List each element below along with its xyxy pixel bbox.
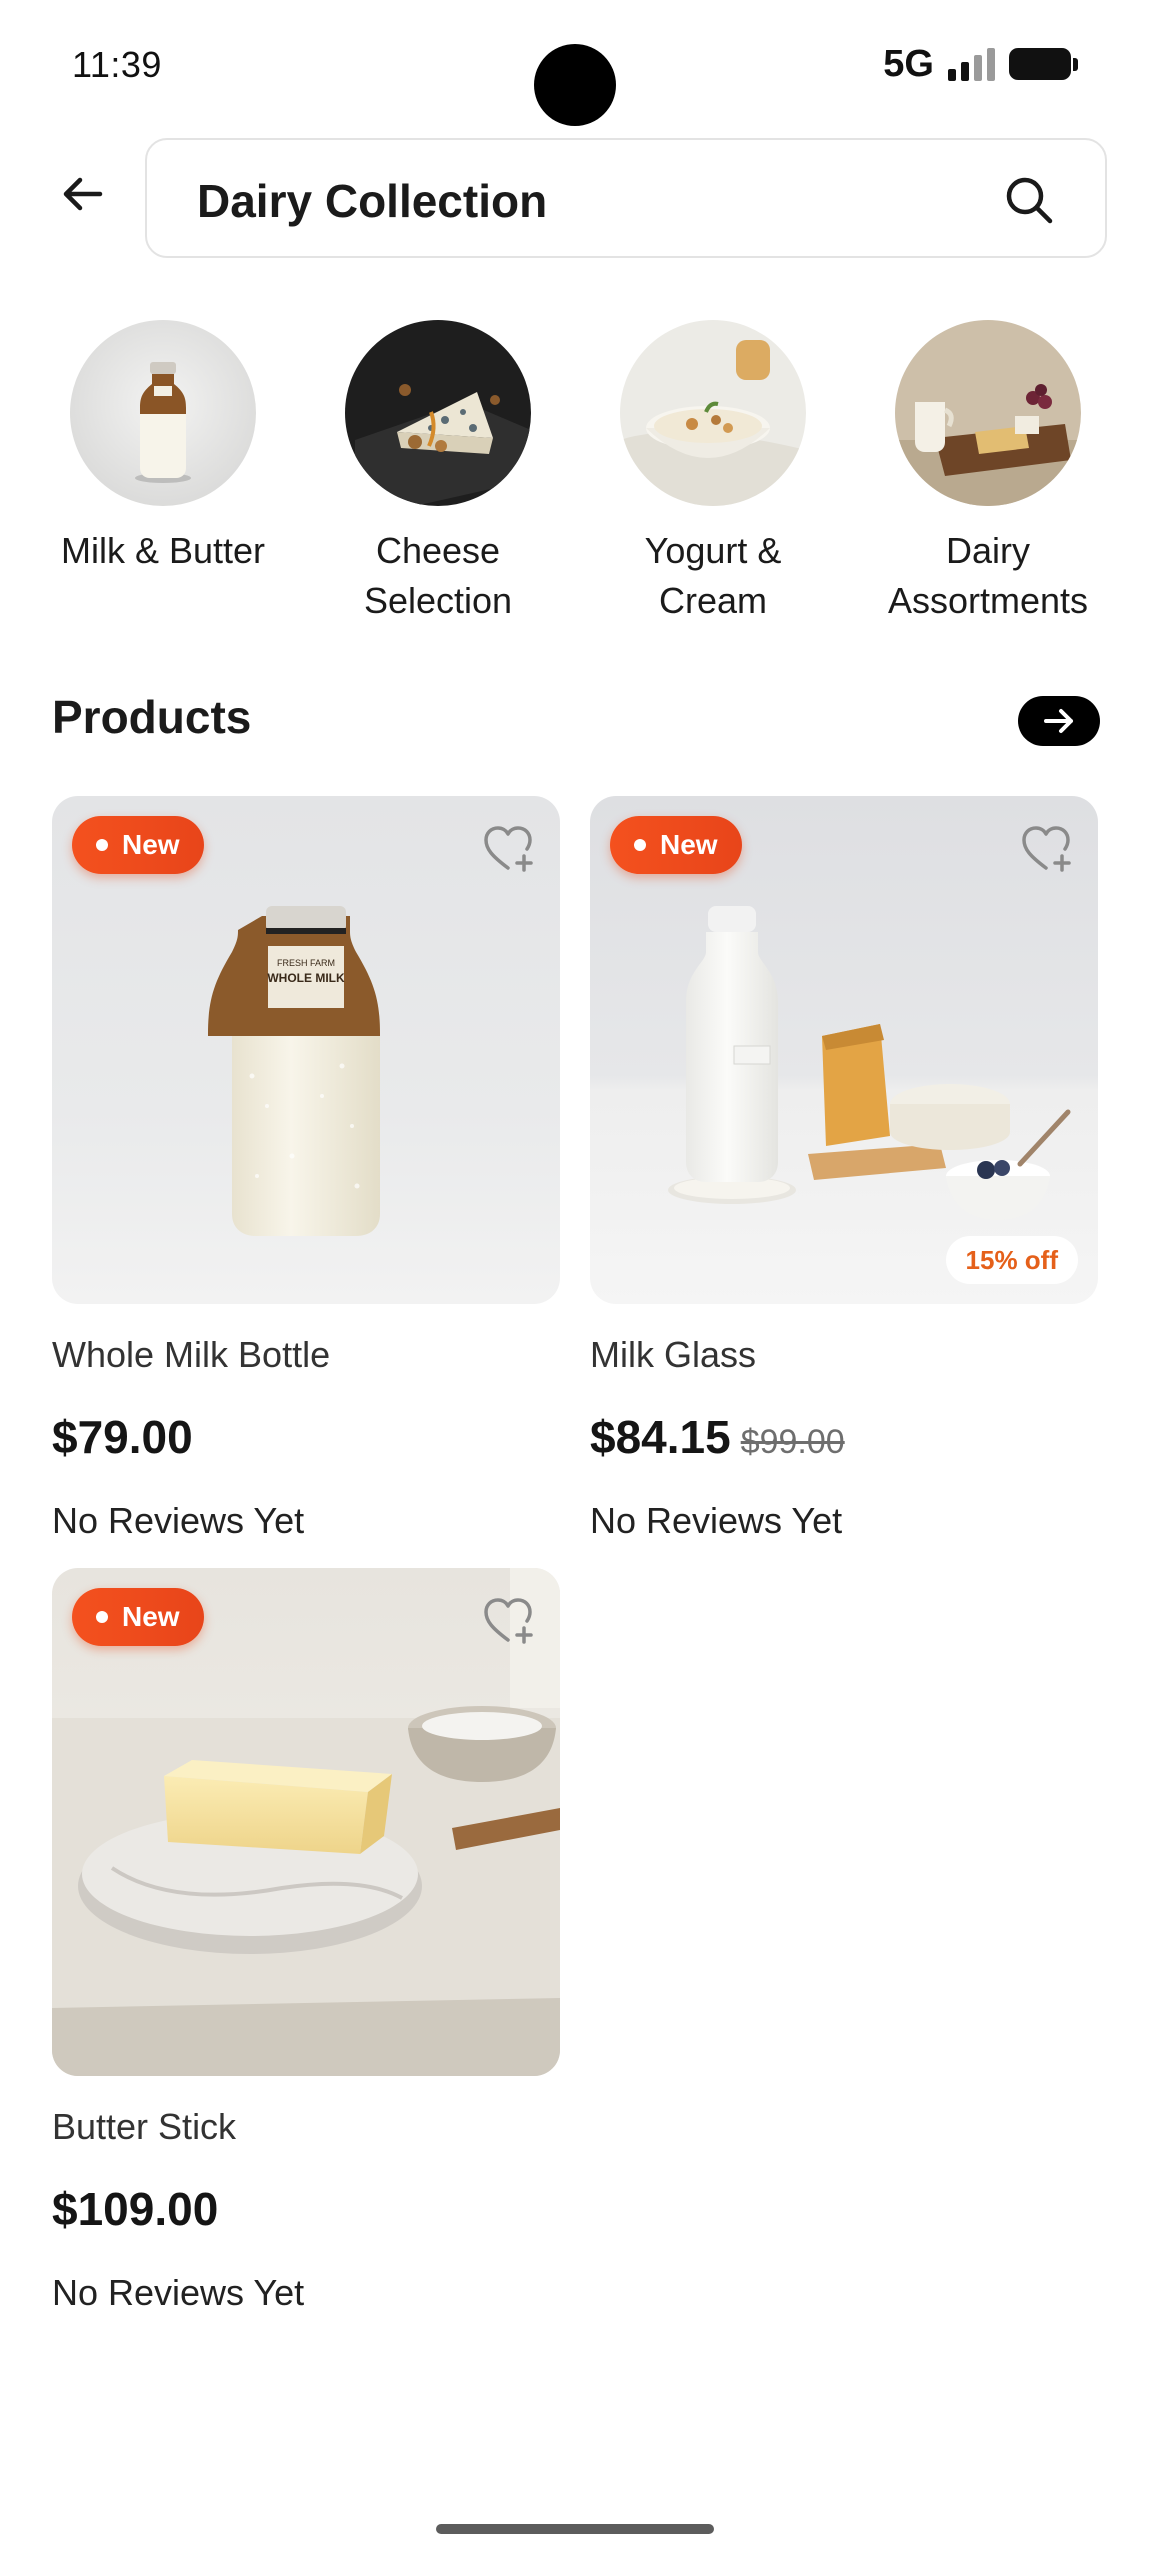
category-milk-butter[interactable]: Milk & Butter — [38, 320, 288, 576]
product-price: $84.15 — [590, 1411, 731, 1463]
bottle-label-line: WHOLE MILK — [267, 971, 345, 985]
home-indicator[interactable] — [436, 2524, 714, 2534]
heart-plus-icon — [484, 826, 533, 872]
category-image-assortments — [895, 320, 1081, 506]
category-image-cheese — [345, 320, 531, 506]
search-bar[interactable]: Dairy Collection — [145, 138, 1107, 258]
see-all-button[interactable] — [1018, 696, 1100, 746]
product-card[interactable]: New Butter Stick $109.00 No Reviews Yet — [52, 1568, 560, 2314]
product-image[interactable]: FRESH FARM WHOLE MILK New — [52, 796, 560, 1304]
heart-plus-icon — [1022, 826, 1071, 872]
category-label: Cheese Selection — [363, 530, 513, 621]
product-price: $109.00 — [52, 2183, 219, 2235]
new-badge: New — [610, 816, 742, 874]
badge-dot — [96, 1611, 108, 1623]
badge-dot — [634, 839, 646, 851]
wishlist-button[interactable] — [480, 1594, 536, 1650]
product-name[interactable]: Milk Glass — [590, 1334, 1098, 1376]
product-price: $79.00 — [52, 1411, 193, 1463]
arrow-left-icon — [63, 177, 103, 211]
wishlist-button[interactable] — [1018, 822, 1074, 878]
back-button[interactable] — [48, 160, 116, 228]
status-bar: 11:39 5G — [0, 0, 1150, 130]
category-cheese-selection[interactable]: Cheese Selection — [313, 320, 563, 626]
category-label: Milk & Butter — [60, 530, 266, 571]
price-row: $79.00 — [52, 1410, 560, 1464]
badge-dot — [96, 839, 108, 851]
badge-label: New — [660, 829, 718, 860]
status-indicators: 5G — [883, 42, 1078, 85]
heart-plus-icon — [484, 1598, 533, 1644]
category-image-yogurt — [620, 320, 806, 506]
category-dairy-assortments[interactable]: Dairy Assortments — [863, 320, 1113, 626]
price-row: $109.00 — [52, 2182, 560, 2236]
category-label: Yogurt & Cream — [644, 530, 782, 621]
product-card[interactable]: New 15% off Milk Glass $84.15 $99.00 No … — [590, 796, 1098, 1542]
category-yogurt-cream[interactable]: Yogurt & Cream — [588, 320, 838, 626]
wishlist-button[interactable] — [480, 822, 536, 878]
new-badge: New — [72, 1588, 204, 1646]
product-name[interactable]: Butter Stick — [52, 2106, 560, 2148]
new-badge: New — [72, 816, 204, 874]
product-reviews: No Reviews Yet — [52, 2272, 305, 2313]
search-icon — [1006, 177, 1053, 224]
status-time: 11:39 — [72, 44, 162, 85]
discount-badge: 15% off — [945, 1236, 1078, 1284]
front-camera — [534, 44, 616, 126]
product-reviews: No Reviews Yet — [590, 1500, 843, 1541]
search-button[interactable] — [999, 170, 1059, 230]
category-image-milk-butter — [70, 320, 256, 506]
product-name[interactable]: Whole Milk Bottle — [52, 1334, 560, 1376]
product-image[interactable]: New 15% off — [590, 796, 1098, 1304]
search-query[interactable]: Dairy Collection — [197, 174, 547, 228]
category-label: Dairy Assortments — [887, 530, 1089, 621]
product-card[interactable]: FRESH FARM WHOLE MILK New Whole Milk Bot… — [52, 796, 560, 1542]
badge-label: New — [122, 1601, 180, 1632]
bottle-label-line: FRESH FARM — [277, 958, 335, 968]
original-price: $99.00 — [740, 1423, 845, 1461]
section-title: Products — [52, 691, 252, 743]
category-list: Milk & Butter Cheese Selection Yogurt & … — [0, 320, 1150, 640]
product-reviews: No Reviews Yet — [52, 1500, 305, 1541]
badge-label: New — [122, 829, 180, 860]
network-label: 5G — [883, 42, 934, 85]
arrow-right-icon — [1044, 709, 1073, 733]
price-row: $84.15 $99.00 — [590, 1410, 1098, 1464]
battery-icon — [1009, 48, 1078, 80]
product-image[interactable]: New — [52, 1568, 560, 2076]
signal-icon — [948, 47, 995, 81]
